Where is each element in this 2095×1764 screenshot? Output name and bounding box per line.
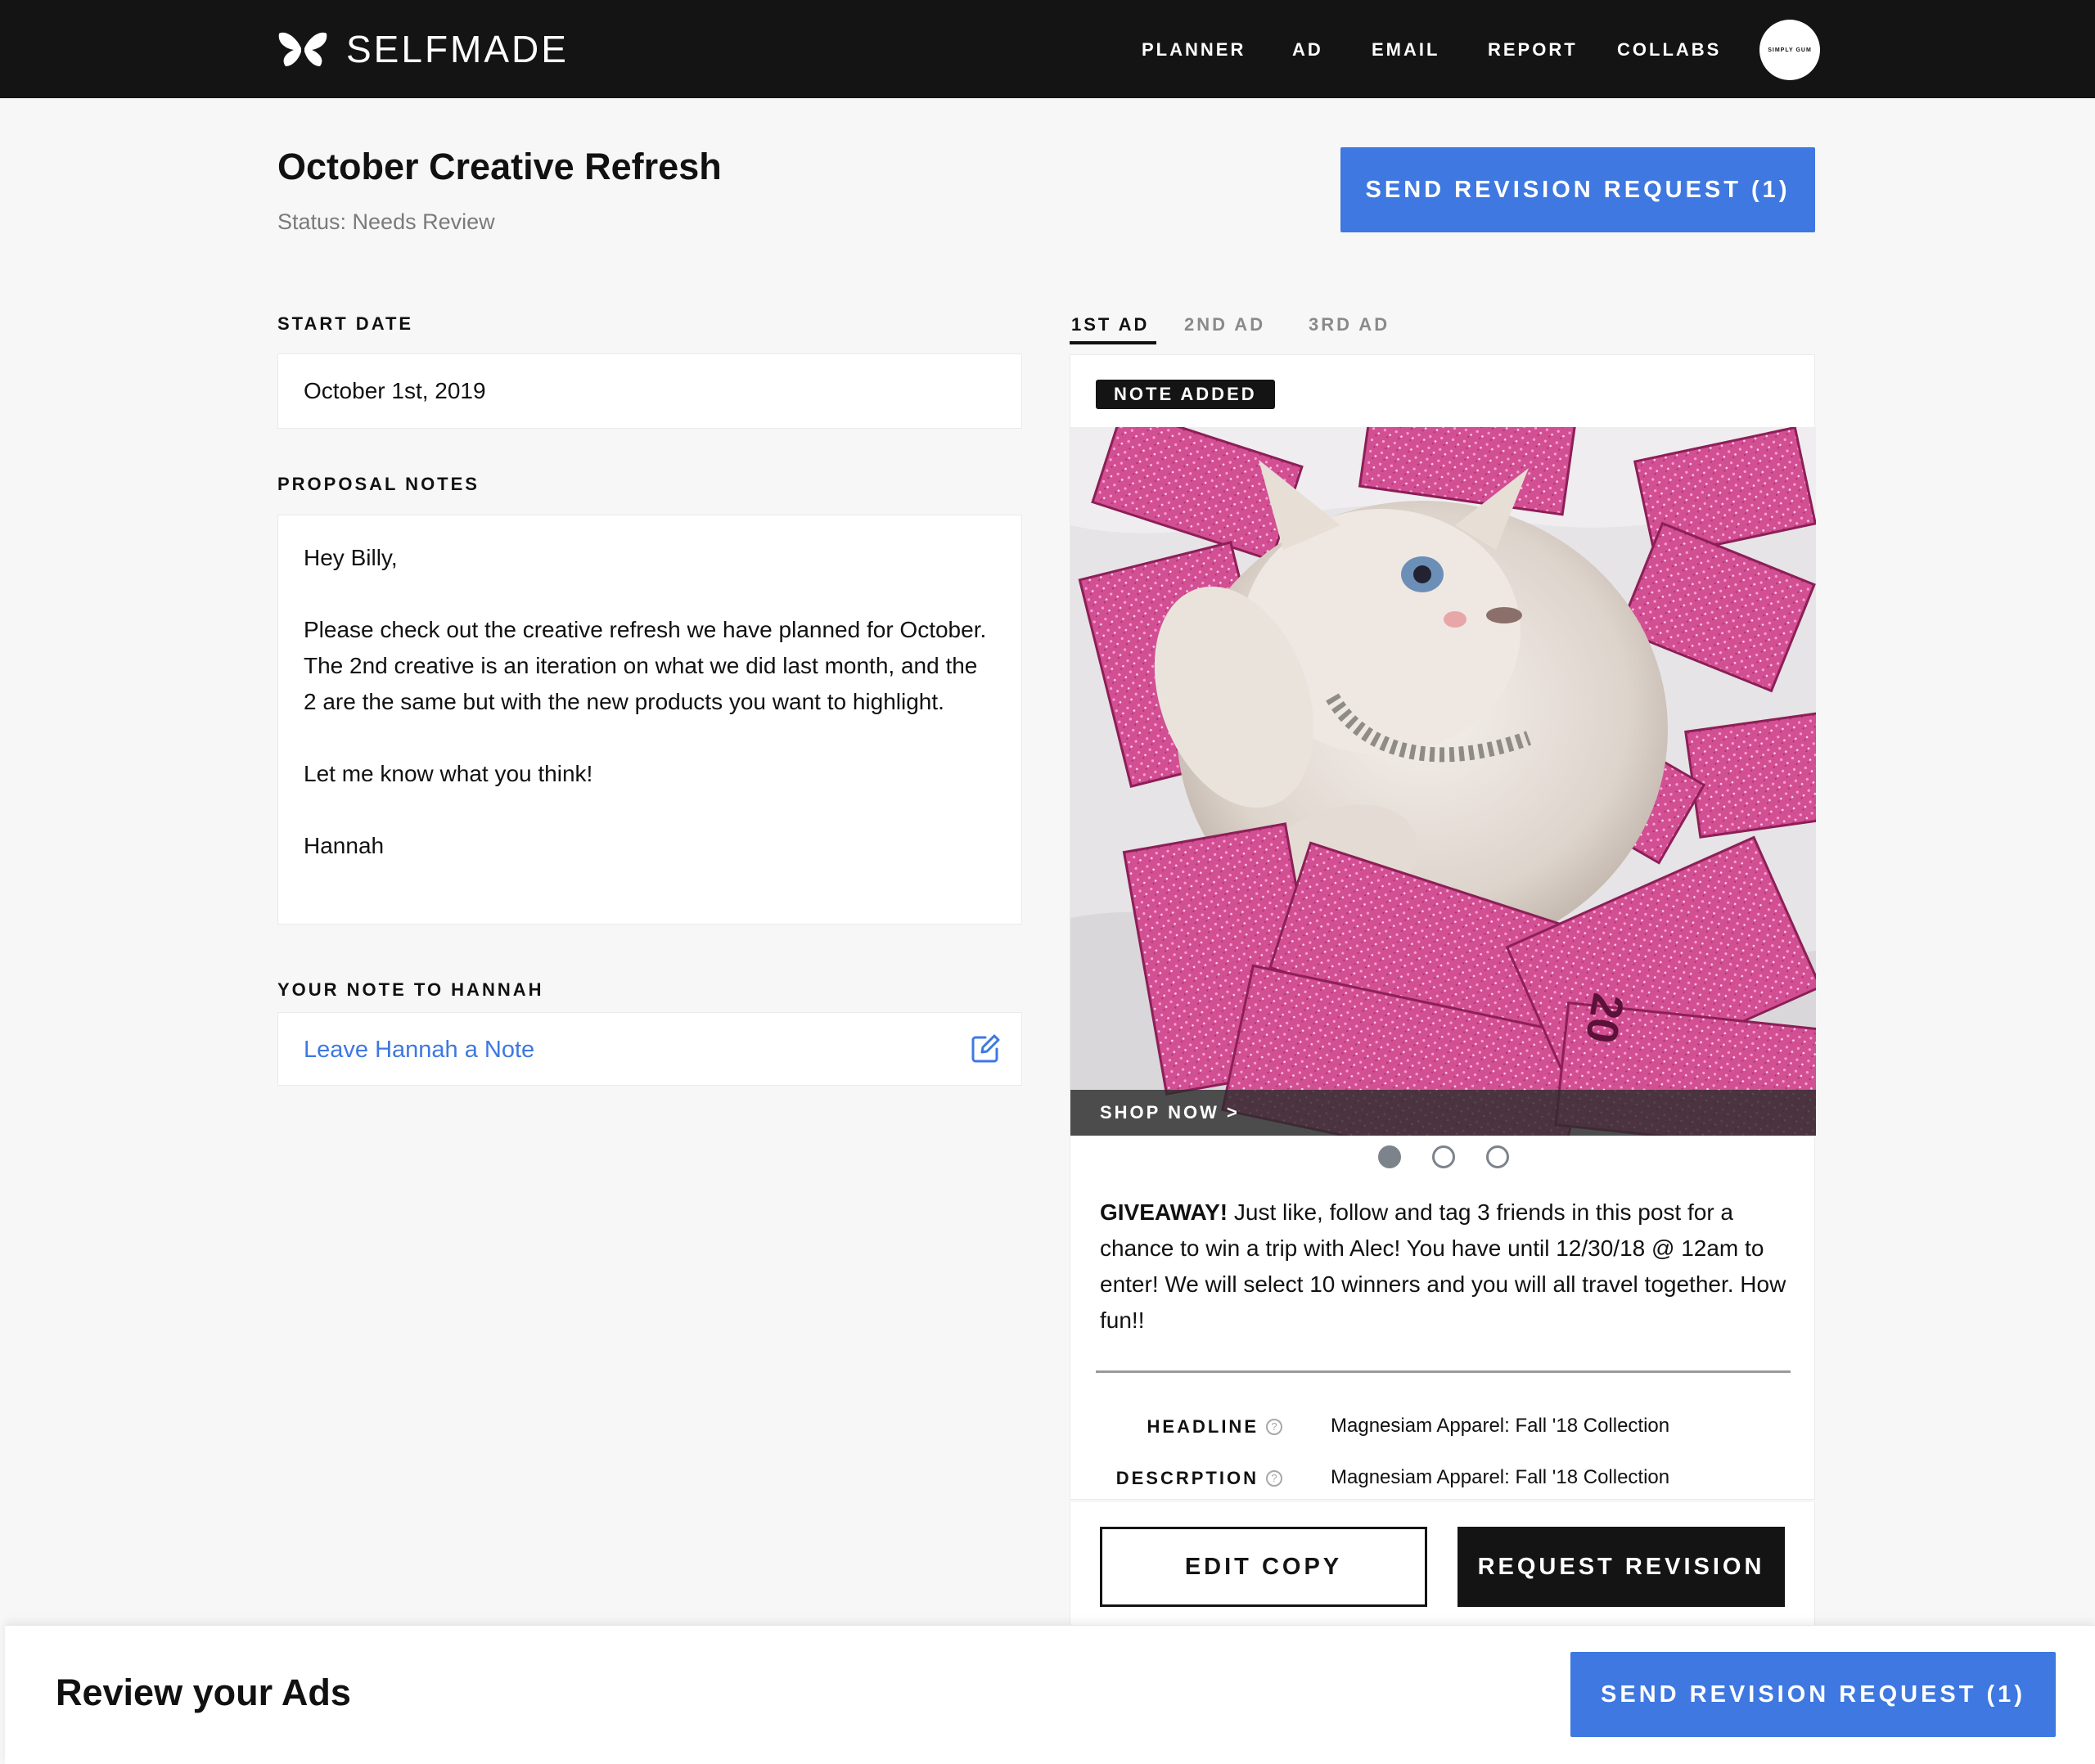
logo-text: SELFMADE [346,28,569,70]
send-revision-request-button[interactable]: SEND REVISION REQUEST (1) [1340,147,1815,232]
proposal-notes-box: Hey Billy, Please check out the creative… [277,515,1022,925]
headline-value: Magnesiam Apparel: Fall '18 Collection [1331,1415,1670,1437]
nav-item-ad[interactable]: AD [1292,38,1323,62]
leave-note-field[interactable]: Leave Hannah a Note [277,1012,1022,1086]
svg-text:20: 20 [1576,990,1633,1047]
description-value: Magnesiam Apparel: Fall '18 Collection [1331,1466,1670,1488]
request-revision-button[interactable]: REQUEST REVISION [1457,1527,1785,1607]
nav-item-collabs[interactable]: COLLABS [1617,38,1721,62]
start-date-field: October 1st, 2019 [277,353,1022,429]
your-note-label: YOUR NOTE TO HANNAH [277,979,544,1000]
notes-closing: Let me know what you think! [304,761,593,786]
shop-now-link[interactable]: SHOP NOW > [1100,1101,1240,1124]
carousel-dot-1[interactable] [1377,1145,1401,1168]
note-added-badge: NOTE ADDED [1096,380,1275,409]
ad-actions: EDIT COPY REQUEST REVISION [1070,1502,1815,1625]
edit-copy-button[interactable]: EDIT COPY [1100,1527,1427,1607]
caption-lead: GIVEAWAY! [1100,1199,1228,1225]
ad-creative-image[interactable]: 20 SHOP NOW > [1070,427,1816,1136]
start-date-value: October 1st, 2019 [304,378,486,403]
tab-1st-ad[interactable]: 1ST AD [1071,313,1149,336]
caption-divider [1096,1370,1791,1373]
tab-3rd-ad[interactable]: 3RD AD [1309,313,1390,336]
carousel-dots [1070,1145,1816,1170]
nav-item-email[interactable]: EMAIL [1372,38,1439,62]
headline-info-icon[interactable]: ? [1266,1419,1282,1435]
tab-2nd-ad[interactable]: 2ND AD [1184,313,1265,336]
review-ads-title: Review your Ads [56,1672,351,1713]
carousel-dot-3[interactable] [1485,1145,1509,1168]
proposal-notes-label: PROPOSAL NOTES [277,474,480,494]
nav-item-planner[interactable]: PLANNER [1142,38,1246,62]
nav-item-report[interactable]: REPORT [1488,38,1578,62]
leave-note-link[interactable]: Leave Hannah a Note [304,1035,534,1064]
top-navigation-bar: SELFMADE PLANNER AD EMAIL REPORT COLLABS… [0,0,2095,98]
notes-greeting: Hey Billy, [304,545,398,570]
notes-signature: Hannah [304,833,385,858]
kitten-with-money-illustration: 20 [1070,427,1816,1136]
account-avatar[interactable]: SIMPLY GUM [1759,20,1820,80]
ad-preview-card: NOTE ADDED 20 SHOP NOW > GIVEAWAY! Just … [1070,354,1816,1500]
shop-now-bar[interactable]: SHOP NOW > [1070,1090,1816,1136]
notes-body: Please check out the creative refresh we… [304,617,987,714]
description-info-icon[interactable]: ? [1266,1470,1282,1487]
description-label: DESCRPTION [1115,1468,1259,1488]
selfmade-logo[interactable]: SELFMADE [277,28,569,70]
start-date-label: START DATE [277,313,414,334]
headline-label: HEADLINE [1147,1416,1259,1437]
bottom-send-revision-request-button[interactable]: SEND REVISION REQUEST (1) [1570,1652,2056,1737]
ad-caption: GIVEAWAY! Just like, follow and tag 3 fr… [1100,1195,1787,1339]
bottom-action-bar: Review your Ads SEND REVISION REQUEST (1… [5,1625,2095,1764]
status-text: Status: Needs Review [277,209,495,234]
active-tab-indicator [1070,341,1156,344]
carousel-dot-2[interactable] [1431,1145,1455,1168]
avatar-brand-text: SIMPLY GUM [1768,47,1812,53]
butterfly-icon [278,32,327,66]
edit-note-icon[interactable] [969,1033,1002,1065]
page-title: October Creative Refresh [277,146,722,187]
